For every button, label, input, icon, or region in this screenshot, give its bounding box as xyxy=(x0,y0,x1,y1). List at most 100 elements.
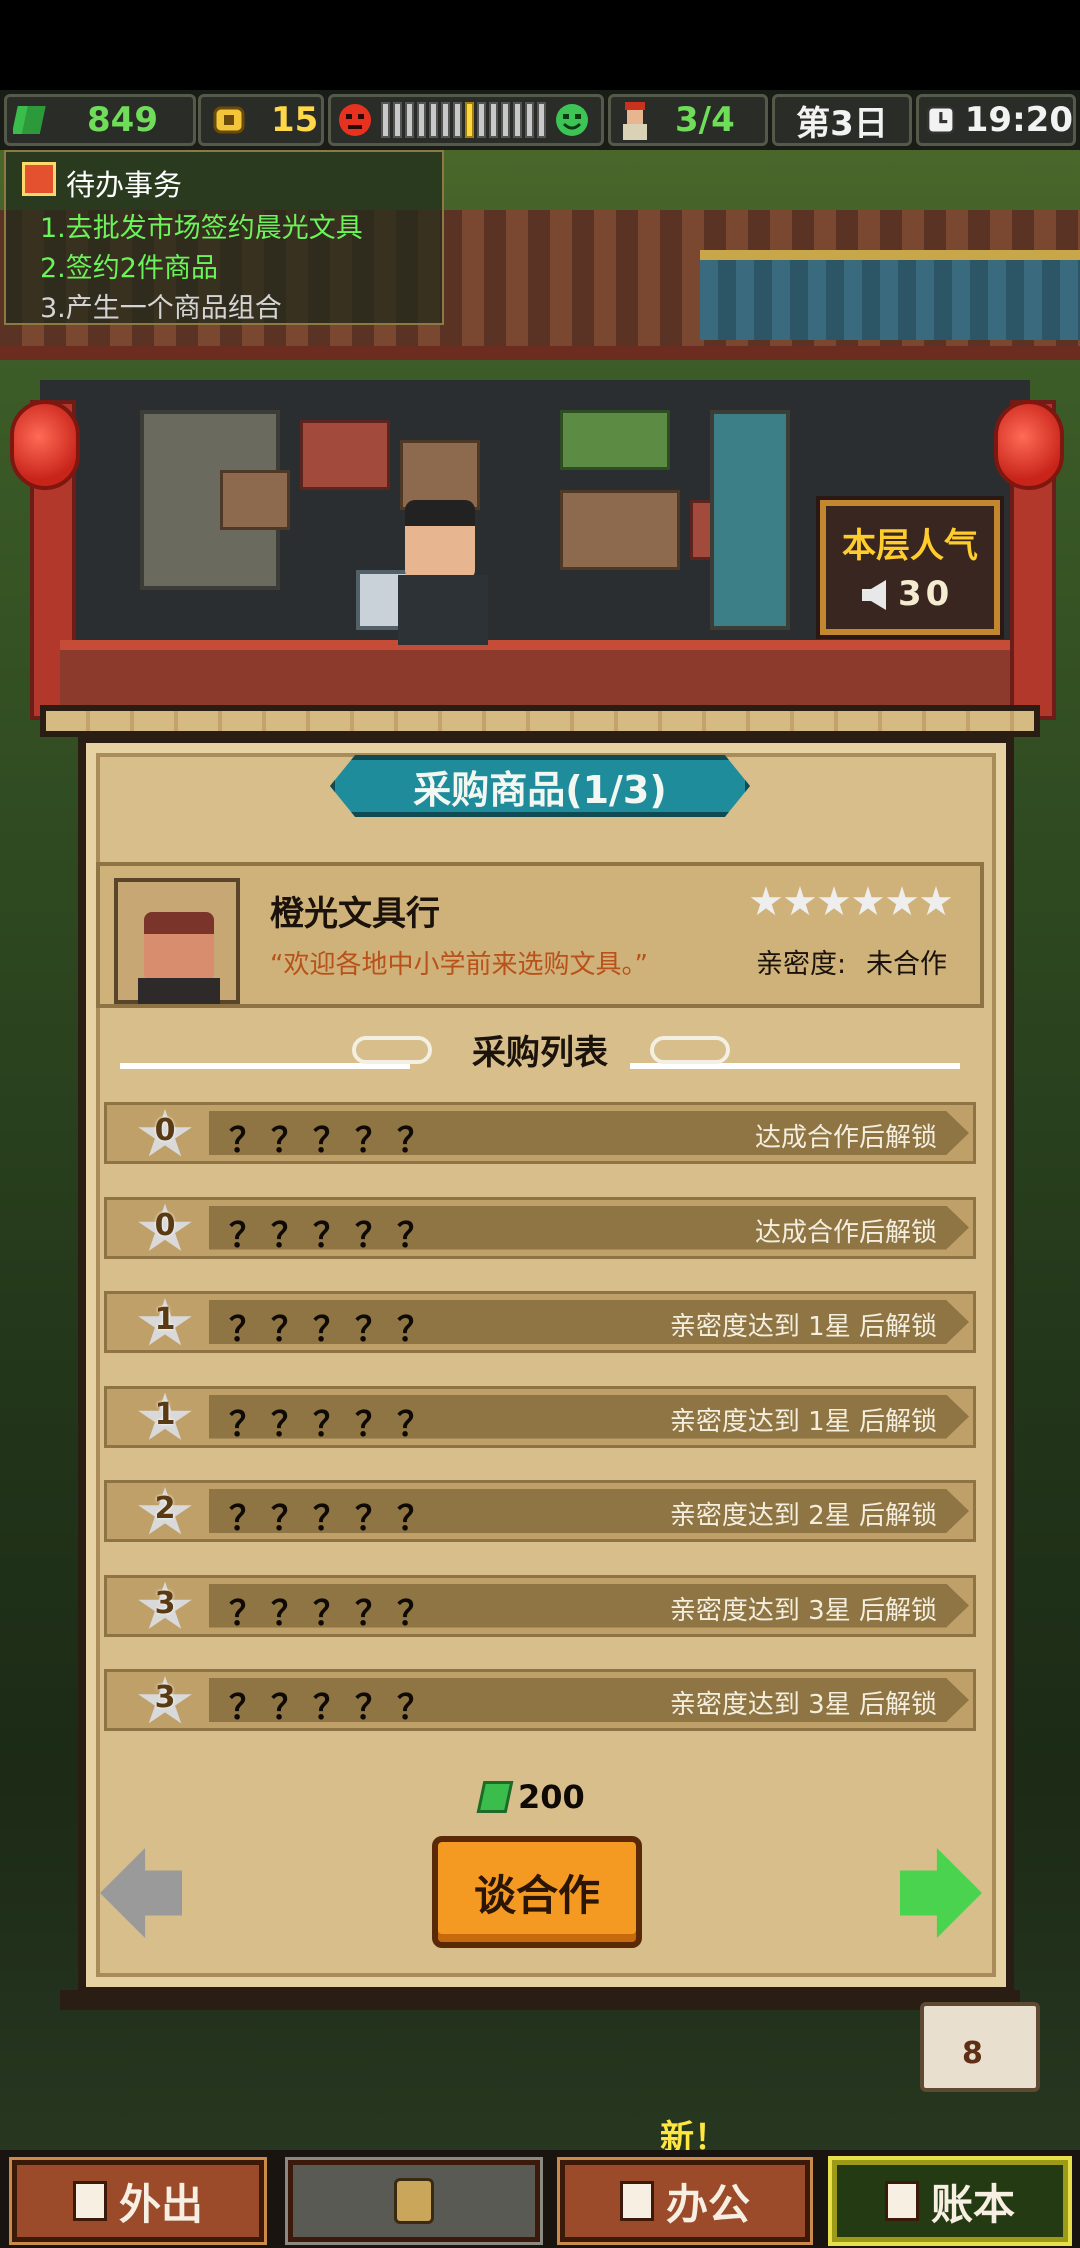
cost-value: 200 xyxy=(518,1778,585,1816)
unlock-condition: 亲密度达到 3星 后解锁 xyxy=(669,1690,937,1720)
panel-frame xyxy=(40,705,1040,737)
mood-segment xyxy=(405,102,414,138)
coin-display: 15 xyxy=(198,94,324,146)
crate xyxy=(560,410,670,470)
mood-segment xyxy=(465,102,474,138)
ledger-button[interactable]: 账本 xyxy=(828,2156,1072,2246)
star-icon xyxy=(886,886,918,916)
vendor-star-rating xyxy=(750,886,952,918)
purchase-item-row[interactable]: 0 ？？？？？ 达成合作后解锁 xyxy=(104,1196,976,1259)
game-screen: 本层人气 30 849 15 3/4 第3日 19:20 待办事务 1.去批发市… xyxy=(0,0,1080,2248)
vendor-name: 橙光文具行 xyxy=(270,894,440,934)
unlock-condition: 亲密度达到 1星 后解锁 xyxy=(669,1406,937,1437)
lock-icon xyxy=(394,2178,434,2224)
go-out-button[interactable]: 外出 xyxy=(9,2157,267,2245)
vendor-quote: “欢迎各地中小学前来选购文具。” xyxy=(270,950,648,980)
item-name: ？？？？？ xyxy=(229,1593,439,1634)
popularity-value: 30 xyxy=(898,574,954,614)
mood-segment xyxy=(489,102,498,138)
speaker-icon xyxy=(862,580,886,610)
day-display: 第3日 xyxy=(772,94,912,146)
top-hud: 849 15 3/4 第3日 19:20 xyxy=(0,90,1080,150)
required-star-level: 3 xyxy=(154,1585,176,1621)
unlock-condition: 达成合作后解锁 xyxy=(754,1123,937,1153)
unlock-condition: 达成合作后解锁 xyxy=(754,1217,937,1248)
item-name: ？？？？？ xyxy=(229,1404,439,1445)
purchase-item-row[interactable]: 3 ？？？？？ 亲密度达到 3星 后解锁 xyxy=(104,1669,976,1731)
book-open-icon xyxy=(619,2181,654,2221)
affinity-value: 未合作 xyxy=(866,949,947,980)
bottom-nav: 外出 办公 账本 xyxy=(0,2150,1080,2248)
star-icon xyxy=(920,886,952,916)
todo-panel[interactable]: 待办事务 1.去批发市场签约晨光文具 2.签约2件商品 3.产生一个商品组合 xyxy=(4,150,444,325)
mood-segment xyxy=(417,102,426,138)
crate xyxy=(220,470,290,530)
required-star-level: 1 xyxy=(154,1396,176,1432)
mood-segment xyxy=(441,102,450,138)
purchase-list-heading: 采购列表 xyxy=(472,1033,608,1073)
purchase-item-row[interactable]: 1 ？？？？？ 亲密度达到 1星 后解锁 xyxy=(104,1385,976,1448)
panel-frame-bottom xyxy=(60,1990,1020,2010)
vending-machine xyxy=(710,410,790,630)
purchase-item-row[interactable]: 1 ？？？？？ 亲密度达到 1星 后解锁 xyxy=(104,1291,976,1353)
money-value: 849 xyxy=(87,100,158,140)
ledger-label: 账本 xyxy=(930,2179,1015,2229)
required-star-level: 1 xyxy=(154,1302,176,1337)
coin-value: 15 xyxy=(271,100,319,140)
popularity-title: 本层人气 xyxy=(842,526,978,566)
locked-slot-button[interactable] xyxy=(285,2157,543,2245)
vendor-avatar xyxy=(114,878,240,1004)
required-star-level: 0 xyxy=(154,1207,176,1243)
door-icon xyxy=(72,2181,107,2221)
staff-display: 3/4 xyxy=(608,94,768,146)
unlock-condition: 亲密度达到 2星 后解锁 xyxy=(669,1501,937,1531)
todo-item-text: 3.产生一个商品组合 xyxy=(40,293,282,324)
star-icon xyxy=(852,886,884,916)
money-icon xyxy=(13,106,46,134)
item-name: ？？？？？ xyxy=(229,1215,439,1256)
crate xyxy=(300,420,390,490)
todo-item: 3.产生一个商品组合 xyxy=(40,286,282,325)
vendor-body xyxy=(138,978,220,1004)
panel-title-banner: 采购商品(1/3) xyxy=(330,755,750,817)
mood-segment xyxy=(429,102,438,138)
mood-segment xyxy=(525,102,534,138)
negotiate-button[interactable]: 谈合作 xyxy=(432,1836,642,1948)
unlock-condition: 亲密度达到 3星 后解锁 xyxy=(669,1595,937,1626)
item-name: ？？？？？ xyxy=(229,1499,439,1539)
purchase-item-row[interactable]: 2 ？？？？？ 亲密度达到 2星 后解锁 xyxy=(104,1480,976,1542)
money-icon xyxy=(476,1781,514,1813)
required-star-level: 2 xyxy=(154,1491,176,1526)
staff-count: 3/4 xyxy=(675,100,735,140)
star-icon xyxy=(818,886,850,916)
todo-title: 待办事务 xyxy=(66,168,183,202)
time-value: 19:20 xyxy=(964,100,1073,140)
mood-segment xyxy=(501,102,510,138)
angry-face-icon xyxy=(339,104,371,136)
item-name: ？？？？？ xyxy=(229,1310,439,1350)
mood-segment xyxy=(453,102,462,138)
purchase-item-row[interactable]: 0 ？？？？？ 达成合作后解锁 xyxy=(104,1102,976,1164)
todo-item-text: 2.签约2件商品 xyxy=(40,253,218,284)
todo-item: 2.签约2件商品 xyxy=(40,246,218,285)
office-button[interactable]: 办公 xyxy=(557,2157,813,2245)
item-name: ？？？？？ xyxy=(229,1121,439,1161)
day-value: 第3日 xyxy=(796,103,888,144)
floor-popularity-sign: 本层人气 30 xyxy=(816,496,1004,639)
purchase-item-row[interactable]: 3 ？？？？？ 亲密度达到 3星 后解锁 xyxy=(104,1574,976,1637)
mood-meter xyxy=(328,94,604,146)
staff-icon xyxy=(623,102,647,140)
required-star-level: 0 xyxy=(154,1113,176,1148)
mood-segment xyxy=(381,102,390,138)
ledger-icon xyxy=(884,2181,919,2221)
shopkeeper-body xyxy=(398,575,488,645)
negotiation-cost: 200 xyxy=(476,1778,585,1816)
gift-icon xyxy=(22,162,56,196)
mood-segment xyxy=(477,102,486,138)
mood-segment xyxy=(513,102,522,138)
todo-item: 1.去批发市场签约晨光文具 xyxy=(40,206,363,245)
vendor-card: 橙光文具行 “欢迎各地中小学前来选购文具。” 亲密度: 未合作 xyxy=(96,862,984,1008)
affinity-label: 亲密度: xyxy=(756,949,847,980)
required-star-level: 3 xyxy=(154,1680,176,1715)
vendor-face xyxy=(144,912,214,982)
